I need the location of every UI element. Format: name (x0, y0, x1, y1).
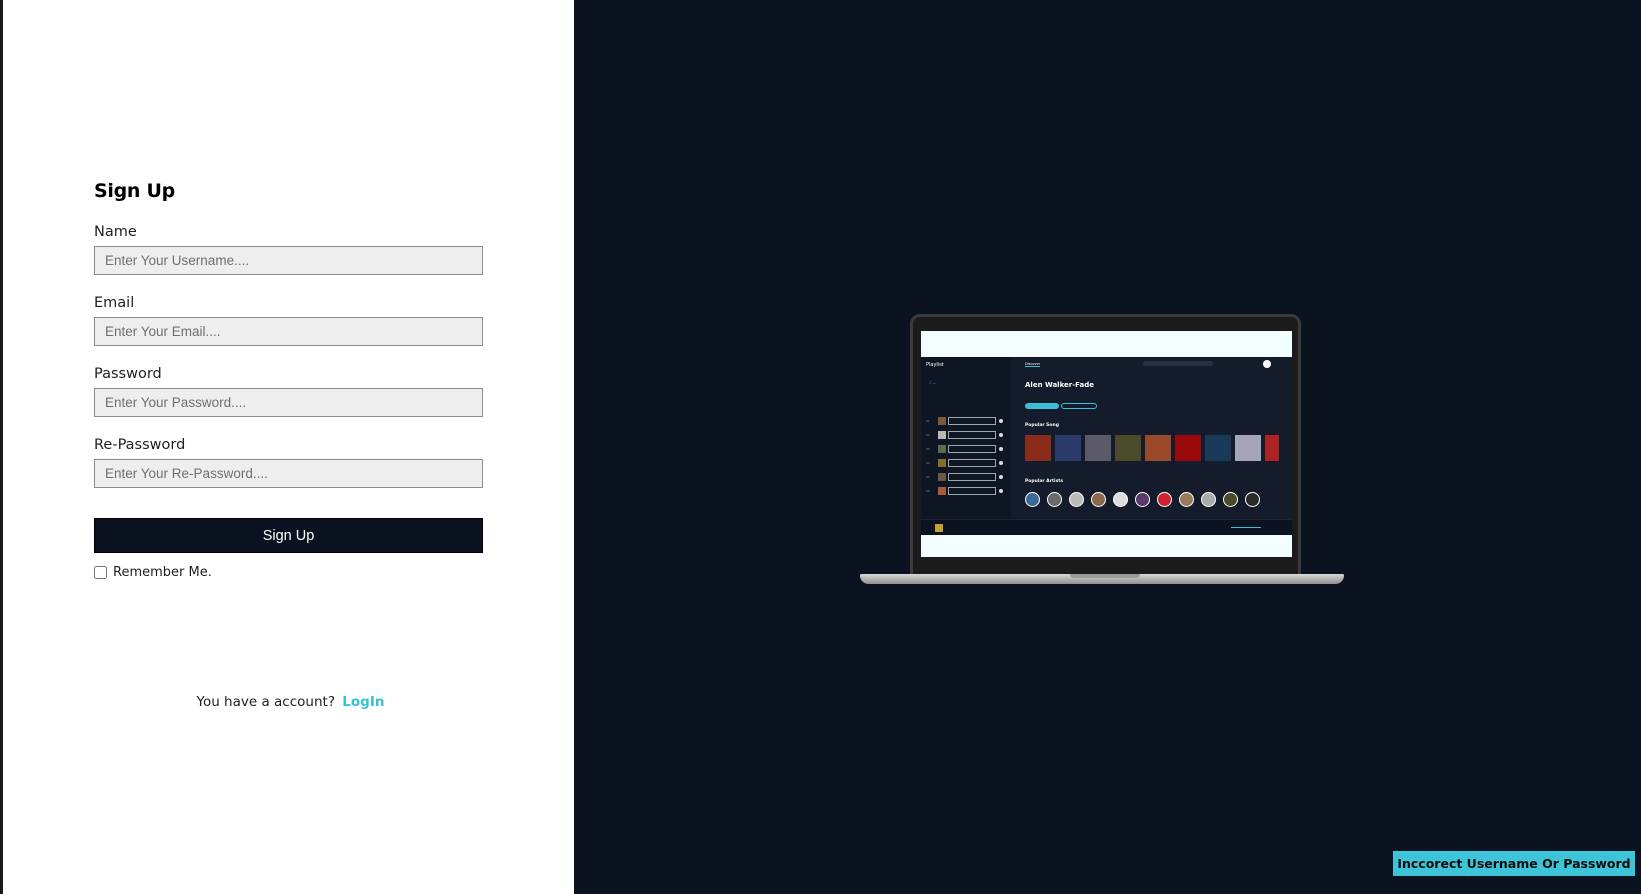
app-hero-title: Alen Walker-Fade (1025, 381, 1095, 389)
music-app-preview: Playlist ♪ ― 01 02 03 04 05 06 Discover … (921, 357, 1292, 535)
remember-me-checkbox[interactable] (94, 566, 107, 579)
email-label: Email (94, 295, 135, 311)
signup-form: Sign Up Name Email Password Re-Password … (94, 180, 487, 580)
app-artist-avatar (1113, 492, 1128, 507)
repassword-field-group: Re-Password (94, 437, 487, 488)
error-toast: Inccorect Username Or Password (1393, 851, 1635, 876)
app-search-bar (1143, 361, 1213, 366)
login-prompt: You have a account? LogIn (94, 694, 487, 710)
laptop-notch (1070, 574, 1140, 578)
app-track-row: 01 (926, 417, 1006, 426)
password-field-group: Password (94, 366, 487, 417)
laptop-lid: Playlist ♪ ― 01 02 03 04 05 06 Discover … (910, 314, 1301, 578)
app-sidebar-active-item: ♪ ― (929, 381, 936, 385)
app-song-cover (1025, 435, 1051, 461)
app-song-cover (1175, 435, 1201, 461)
app-volume-slider (1231, 527, 1261, 528)
app-artist-avatar (1157, 492, 1172, 507)
login-link[interactable]: LogIn (342, 694, 384, 710)
password-input[interactable] (94, 388, 483, 417)
repassword-label: Re-Password (94, 437, 186, 453)
app-track-row: 05 (926, 473, 1006, 482)
app-song-cover (1205, 435, 1231, 461)
app-artist-avatar (1223, 492, 1238, 507)
app-song-cover (1085, 435, 1111, 461)
remember-me-label: Remember Me. (113, 565, 212, 580)
remember-me[interactable]: Remember Me. (94, 565, 487, 580)
app-song-cover (1235, 435, 1261, 461)
form-title: Sign Up (94, 180, 175, 202)
laptop-preview-image: Playlist ♪ ― 01 02 03 04 05 06 Discover … (860, 312, 1344, 587)
signup-button[interactable]: Sign Up (94, 518, 483, 553)
app-song-cover (1145, 435, 1171, 461)
app-track-row: 03 (926, 445, 1006, 454)
repassword-input[interactable] (94, 459, 483, 488)
app-avatar (1263, 360, 1271, 368)
account-prompt-text: You have a account? (196, 694, 336, 710)
app-now-playing-cover (935, 524, 943, 532)
app-song-cover (1055, 435, 1081, 461)
app-song-cover (1265, 435, 1279, 461)
app-follow-pill (1061, 403, 1097, 409)
app-track-row: 04 (926, 459, 1006, 468)
app-artist-avatar (1047, 492, 1062, 507)
app-player-bar (921, 519, 1292, 535)
name-input[interactable] (94, 246, 483, 275)
app-play-pill (1025, 403, 1059, 409)
app-artist-avatar (1135, 492, 1150, 507)
app-tab-discover: Discover (1025, 362, 1041, 367)
app-artist-avatar (1069, 492, 1084, 507)
name-field-group: Name (94, 224, 487, 275)
laptop-screen: Playlist ♪ ― 01 02 03 04 05 06 Discover … (921, 331, 1292, 557)
app-artist-avatar (1201, 492, 1216, 507)
password-label: Password (94, 366, 162, 382)
email-field-group: Email (94, 295, 487, 346)
app-artist-avatar (1179, 492, 1194, 507)
app-track-row: 02 (926, 431, 1006, 440)
signup-panel: Sign Up Name Email Password Re-Password … (0, 0, 574, 894)
app-section-artists: Popular Artists (1025, 479, 1064, 484)
app-artist-avatar (1025, 492, 1040, 507)
app-artist-avatar (1245, 492, 1260, 507)
app-artist-avatar (1091, 492, 1106, 507)
app-song-cover (1115, 435, 1141, 461)
email-input[interactable] (94, 317, 483, 346)
app-track-row: 06 (926, 487, 1006, 496)
app-title: Playlist (926, 362, 944, 368)
name-label: Name (94, 224, 137, 240)
app-sidebar: Playlist ♪ ― 01 02 03 04 05 06 (921, 357, 1011, 535)
app-section-songs: Popular Song (1025, 423, 1059, 428)
